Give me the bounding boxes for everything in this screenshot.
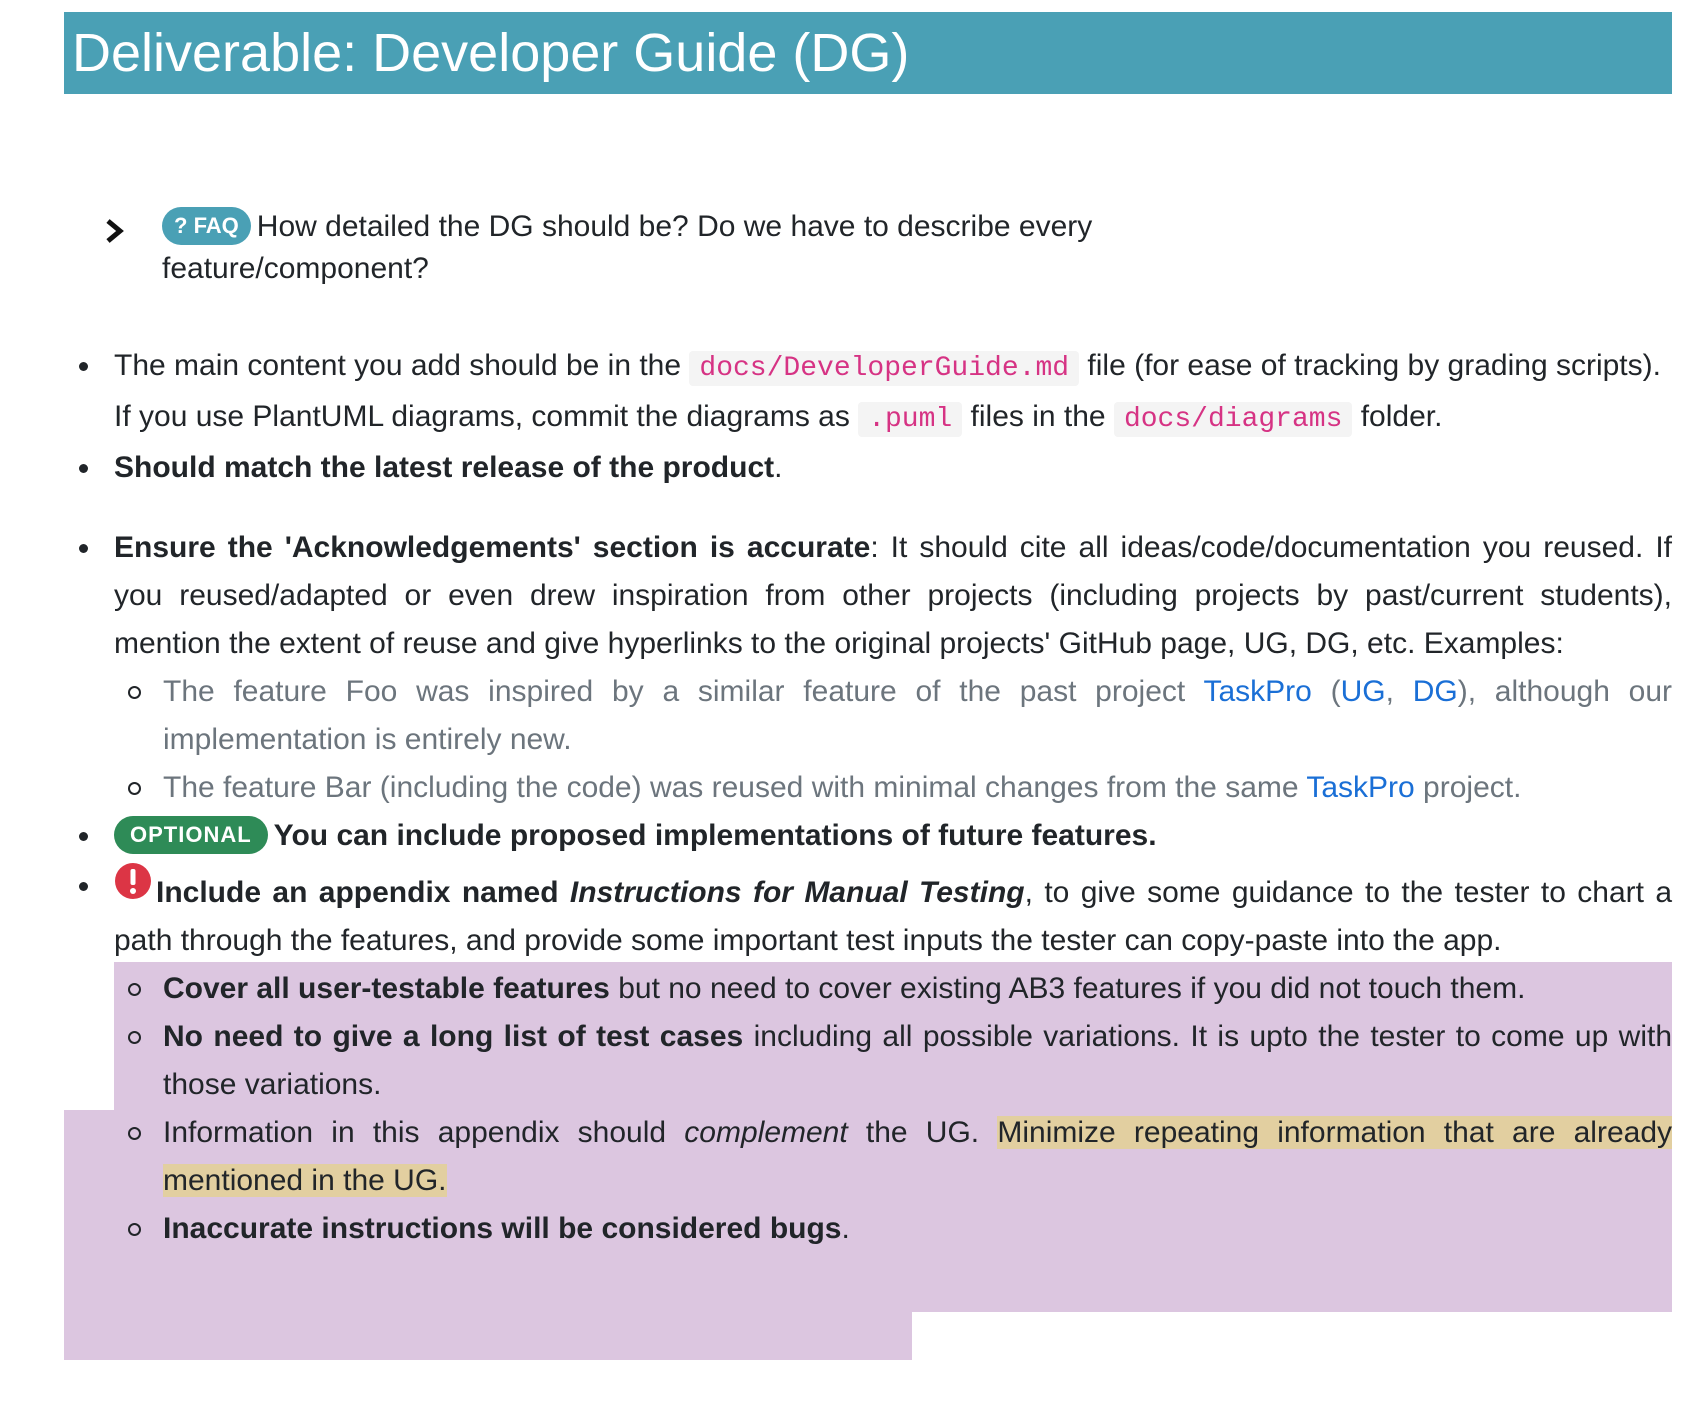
page-title: Deliverable: Developer Guide (DG) — [72, 23, 910, 83]
sub-list-item: The feature Bar (including the code) was… — [114, 764, 1672, 812]
code-folder: docs/diagrams — [1113, 402, 1353, 437]
code-ext: .puml — [858, 402, 963, 437]
list-item: Should match the latest release of the p… — [64, 444, 1672, 492]
sub-list-item: Information in this appendix should comp… — [114, 1109, 1673, 1205]
faq-badge: ? FAQ — [162, 207, 251, 245]
link-taskpro[interactable]: TaskPro — [1306, 771, 1414, 804]
faq-question: How detailed the DG should be? Do we hav… — [162, 210, 1093, 285]
sub-list-item: The feature Foo was inspired by a simila… — [114, 668, 1672, 764]
list-item: The main content you add should be in th… — [64, 342, 1672, 444]
link-dg[interactable]: DG — [1413, 675, 1458, 708]
faq-item[interactable]: ? FAQ How detailed the DG should be? Do w… — [100, 206, 1180, 290]
sub-list-item: No need to give a long list of test case… — [114, 1013, 1672, 1109]
sub-list-item: Inaccurate instructions will be consider… — [114, 1205, 1672, 1253]
list-item: Ensure the 'Acknowledgements' section is… — [64, 524, 1672, 812]
list-item: Include an appendix named Instructions f… — [64, 862, 1673, 1253]
link-taskpro[interactable]: TaskPro — [1203, 675, 1311, 708]
main-content: The main content you add should be in th… — [64, 342, 1672, 1253]
code-path: docs/DeveloperGuide.md — [689, 351, 1080, 386]
chevron-right-icon[interactable] — [100, 216, 130, 246]
optional-badge: OPTIONAL — [114, 816, 268, 854]
sub-list-item: Cover all user-testable features but no … — [114, 965, 1672, 1013]
link-ug[interactable]: UG — [1341, 675, 1386, 708]
exclamation-icon — [115, 863, 151, 899]
list-item: OPTIONAL You can include proposed impleme… — [64, 812, 1672, 860]
page-header: Deliverable: Developer Guide (DG) — [64, 12, 1672, 94]
